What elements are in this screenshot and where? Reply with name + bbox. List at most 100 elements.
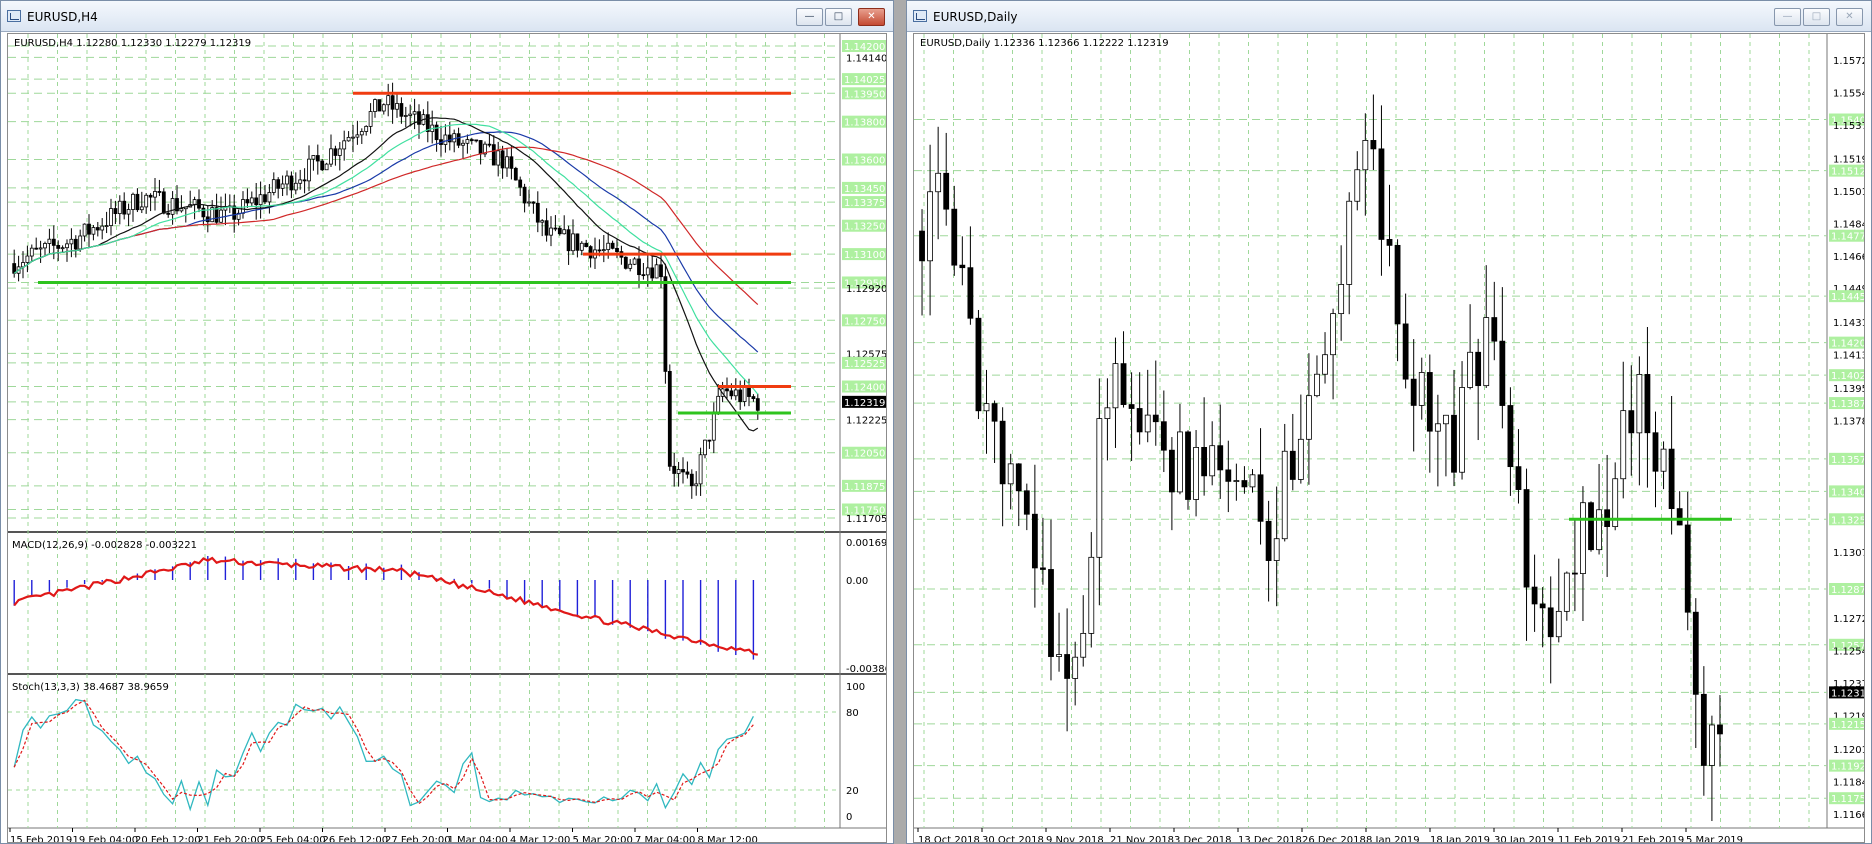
h4-chart-window[interactable]: EURUSD,H4 — □ ✕ 1.14200 1.14140 1.14025 1.1…	[0, 0, 894, 844]
price-label: 1.14310	[1833, 318, 1865, 329]
daily-candle	[1241, 480, 1248, 488]
stoch-signal-line	[13, 699, 754, 805]
h4-candle	[601, 249, 606, 252]
maximize-button[interactable]: □	[825, 8, 852, 26]
h4-chart-area[interactable]: 1.14200 1.14140 1.14025 1.13950 1.13800 1.136…	[7, 33, 887, 843]
daily-candle	[959, 264, 966, 269]
daily-title-bar[interactable]: EURUSD,Daily — □ ✕	[907, 1, 1871, 32]
daily-candle	[1426, 372, 1433, 432]
time-axis-label: 7 Mar 04:00	[635, 835, 695, 843]
h4-candle	[131, 193, 135, 210]
minimize-button[interactable]: —	[1774, 8, 1801, 26]
daily-candle	[1346, 200, 1353, 285]
h4-candle	[144, 194, 149, 208]
daily-candle	[1249, 474, 1256, 488]
time-axis-label: 25 Feb 04:00	[260, 835, 326, 843]
chart-window-icon	[7, 10, 21, 22]
price-level-label: 1.14025	[1831, 371, 1865, 382]
price-level-label: 1.13250	[844, 222, 885, 233]
h4-candle	[267, 192, 272, 203]
daily-candle	[1193, 447, 1199, 500]
h4-candle	[122, 200, 127, 215]
h4-candle	[276, 179, 281, 189]
price-label: 1.15370	[1833, 121, 1865, 132]
h4-candle	[148, 194, 153, 198]
h4-candle	[689, 473, 694, 487]
h4-candle	[606, 242, 611, 251]
h4-candle	[214, 207, 219, 223]
h4-candle	[496, 150, 501, 166]
h4-candle	[527, 201, 531, 204]
h4-candle	[707, 439, 712, 442]
h4-candle	[377, 99, 382, 112]
h4-candle	[518, 179, 523, 188]
h4-candle	[337, 148, 342, 156]
daily-info-text: EURUSD,Daily 1.12336 1.12366 1.12222 1.1…	[920, 38, 1169, 49]
price-label: 1.15015	[1833, 187, 1865, 198]
price-label: 1.14840	[1833, 220, 1865, 231]
h4-candle	[381, 104, 386, 112]
h4-candle	[623, 256, 628, 269]
h4-candle	[298, 179, 303, 184]
h4-candle	[632, 258, 637, 265]
daily-candle	[1539, 603, 1546, 609]
daily-candle	[1418, 372, 1425, 406]
h4-candle	[307, 158, 311, 182]
daily-candle	[1007, 463, 1014, 485]
daily-candle	[1467, 351, 1474, 388]
daily-candle	[1620, 410, 1627, 480]
daily-candle	[1338, 284, 1345, 315]
daily-candle	[1668, 448, 1675, 510]
h4-candle	[500, 150, 505, 169]
daily-candle	[1410, 378, 1417, 406]
maximize-button[interactable]: □	[1803, 8, 1830, 26]
h4-candle	[47, 238, 52, 244]
h4-candle	[153, 191, 157, 198]
h4-candle	[29, 247, 34, 257]
h4-candle	[672, 465, 677, 474]
h4-candle	[65, 243, 69, 249]
h4-candle	[681, 469, 685, 473]
daily-chart-window[interactable]: EURUSD,Daily — □ ✕ 1.157201.155451.15400…	[906, 0, 1872, 844]
h4-title-bar[interactable]: EURUSD,H4 — □ ✕	[1, 1, 893, 32]
h4-candle	[109, 208, 113, 226]
daily-candle	[1402, 323, 1409, 380]
h4-candle	[650, 267, 655, 279]
price-level-label: 1.12525	[844, 359, 885, 370]
daily-candle	[1362, 140, 1369, 171]
h4-candle	[60, 247, 65, 250]
time-axis-label: 26 Feb 12:00	[323, 835, 389, 843]
price-label: 1.13780	[1833, 417, 1865, 428]
h4-candle	[87, 223, 91, 235]
h4-candle	[443, 134, 448, 145]
daily-candle	[1354, 169, 1361, 202]
price-level-label: 1.12400	[844, 383, 885, 394]
daily-candle	[1459, 387, 1465, 473]
minimize-button[interactable]: —	[796, 8, 823, 26]
daily-chart-area[interactable]: 1.157201.155451.154001.153701.151901.151…	[913, 33, 1865, 843]
daily-candle	[1676, 508, 1683, 526]
close-button[interactable]: ✕	[858, 8, 885, 26]
price-level-label: 1.14200	[844, 42, 885, 53]
price-level-label: 1.13250	[1831, 515, 1865, 526]
h4-candle	[346, 136, 351, 142]
h4-candle	[747, 387, 751, 397]
h4-candle	[659, 264, 663, 278]
time-axis-label: 8 Jan 2019	[1366, 835, 1420, 843]
time-axis-label: 15 Feb 2019	[10, 835, 72, 843]
daily-candle	[1185, 431, 1191, 500]
daily-candle	[1160, 421, 1167, 451]
h4-candle	[351, 136, 355, 139]
daily-candle	[919, 230, 925, 262]
h4-candle	[170, 198, 175, 215]
h4-candle	[408, 113, 413, 116]
h4-candle	[368, 111, 373, 127]
h4-candle	[126, 209, 131, 215]
h4-candle	[342, 140, 347, 150]
h4-candle	[51, 238, 56, 246]
price-label: 1.12720	[1833, 614, 1865, 625]
close-button[interactable]: ✕	[1836, 8, 1863, 26]
h4-candle	[157, 191, 162, 193]
daily-candle	[1297, 438, 1304, 480]
h4-candle	[135, 193, 140, 211]
